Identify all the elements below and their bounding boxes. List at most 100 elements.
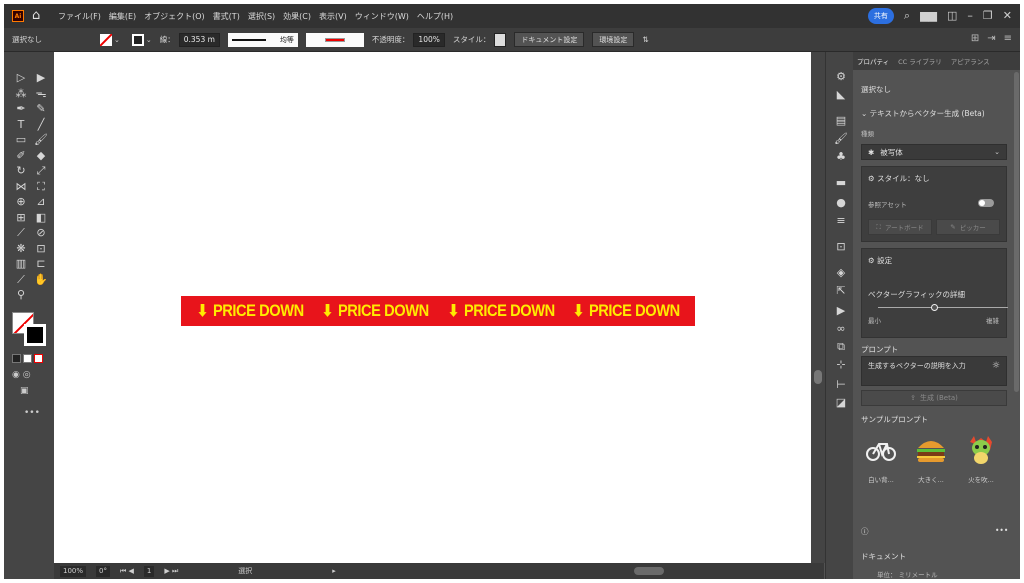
eraser-tool-icon[interactable]: ◆ [32,148,50,164]
mesh-tool-icon[interactable]: ⊞ [12,210,30,226]
canvas-horizontal-scrollbar[interactable] [634,567,664,575]
align-panel-icon[interactable]: ≡ [834,214,848,228]
menu-view[interactable]: 表示(V) [319,11,347,22]
tab-properties[interactable]: プロパティ [857,56,889,66]
settings-header[interactable]: ⚙ 設定 [868,255,892,266]
generative-icon[interactable]: ⚙ [834,70,848,84]
shape-builder-tool-icon[interactable]: ⊕ [12,194,30,210]
arrange-documents-icon[interactable]: ▆▆ [920,9,937,23]
width-tool-icon[interactable]: ⋈ [12,179,30,195]
detail-slider-knob[interactable] [931,304,938,311]
align-icon[interactable]: ⊞ [971,33,979,44]
pathfinder-panel-icon[interactable]: ⧉ [834,340,848,354]
export-panel-icon[interactable]: ⇱ [834,284,848,298]
style-swatch[interactable] [494,32,507,47]
chevron-down-icon[interactable]: ⌄ [114,36,120,44]
rotate-tool-icon[interactable]: ↻ [12,163,30,179]
live-paint-tool-icon[interactable]: ⊡ [32,241,50,257]
menu-type[interactable]: 書式(T) [213,11,240,22]
menu-object[interactable]: オブジェクト(O) [144,11,205,22]
screen-mode-icon[interactable]: ▣ [20,386,29,396]
sample-prompt-bicycle[interactable]: 白い背... [861,432,901,484]
perspective-grid-tool-icon[interactable]: ⊿ [32,194,50,210]
tab-appearance[interactable]: アピアランス [951,56,990,66]
pen-tool-icon[interactable]: ✒ [12,101,30,117]
paintbrush-tool-icon[interactable]: 🖌 [32,132,50,148]
menu-help[interactable]: ヘルプ(H) [417,11,453,22]
stroke-panel-icon[interactable]: ▬ [834,176,848,190]
variable-width-profile[interactable]: 均等 [227,32,298,47]
magic-wand-tool-icon[interactable]: ⁂ [12,86,30,102]
scale-tool-icon[interactable]: ⤢ [32,163,50,179]
links-panel-icon[interactable]: ∞ [834,322,848,336]
sample-prompt-burger[interactable]: 大きく... [911,432,951,484]
section-title[interactable]: ⌄ テキストからベクター生成 (Beta) [861,108,985,119]
restore-icon[interactable]: ❐ [983,9,993,23]
close-icon[interactable]: ✕ [1003,9,1012,23]
tab-cc-libraries[interactable]: CC ライブラリ [898,56,942,66]
transform-panel-icon[interactable]: ⊹ [834,358,848,372]
swatches-panel-icon[interactable]: ▤ [834,114,848,128]
picker-button[interactable]: ✎ ピッカー [936,219,1000,235]
search-icon[interactable]: ⌕ [904,9,910,23]
align-objects-icon[interactable]: ⊢ [834,378,848,392]
status-menu-icon[interactable]: ▸ [332,567,336,575]
type-select[interactable]: ✱ 被写体 ⌄ [861,144,1007,160]
generate-button[interactable]: ⇪ 生成 (Beta) [861,390,1007,406]
color-mode-icon[interactable] [12,354,21,363]
style-select[interactable]: ⚙ スタイル：なし [868,173,930,184]
menu-window[interactable]: ウィンドウ(W) [355,11,409,22]
preferences-button[interactable]: 環境設定 [592,32,635,47]
gradient-tool-icon[interactable]: ◧ [32,210,50,226]
menu-effect[interactable]: 効果(C) [283,11,311,22]
opacity-label[interactable]: 不透明度： [372,34,410,45]
draw-mode-icon[interactable]: ◉ ◎ [12,370,31,380]
hand-tool-icon[interactable]: ✋ [32,272,50,288]
scroll-thumb[interactable] [814,370,822,384]
prompt-input[interactable]: 生成するベクターの説明を入力 ☼ [861,356,1007,386]
canvas-vertical-scrollbar[interactable] [811,52,825,563]
artboard-button[interactable]: ⛶ アートボード [868,219,932,235]
sample-prompt-dragon[interactable]: 火を吹... [961,432,1001,484]
fill-stroke-control[interactable] [12,312,48,346]
menu-file[interactable]: ファイル(F) [58,11,101,22]
zoom-tool-icon[interactable]: ⚲ [12,287,30,303]
actions-panel-icon[interactable]: ▶ [834,304,848,318]
edit-toolbar-icon[interactable]: ••• [24,408,40,418]
layers-panel-icon[interactable]: ◈ [834,266,848,280]
arrange-icon[interactable]: ⇅ [642,35,648,44]
graphic-styles-icon[interactable]: ◪ [834,396,848,410]
artboard-nav-icon[interactable]: ⏮ ◀ [120,567,134,576]
line-tool-icon[interactable]: ╱ [32,117,50,133]
share-button[interactable]: 共有 [867,8,894,24]
direct-selection-tool-icon[interactable]: ▶ [32,70,50,86]
curvature-tool-icon[interactable]: ✎ [32,101,50,117]
blend-tool-icon[interactable]: ⊘ [32,225,50,241]
home-icon[interactable]: ⌂ [32,9,46,23]
symbols-panel-icon[interactable]: ♣ [834,150,848,164]
panel-scrollbar[interactable] [1014,72,1019,392]
unit-value[interactable]: ミリメートル [899,571,938,579]
brush-definition[interactable] [305,32,364,47]
artboards-panel-icon[interactable]: ⊡ [834,240,848,254]
zoom-field[interactable]: 100% [60,565,87,577]
rotation-field[interactable]: 0° [96,565,110,577]
panel-menu-icon[interactable]: ≡ [1004,33,1012,44]
artboard-tool-icon[interactable]: ⊏ [32,256,50,272]
detail-slider[interactable] [878,307,1008,308]
transform-icon[interactable]: ⇥ [987,33,995,44]
stroke-color-icon[interactable] [24,324,46,346]
brushes-panel-icon[interactable]: 🖌 [834,132,848,146]
none-mode-icon[interactable] [34,354,43,363]
chevron-down-icon[interactable]: ⌄ [146,36,152,44]
selection-tool-icon[interactable]: ▷ [12,70,30,86]
symbol-sprayer-tool-icon[interactable]: ❋ [12,241,30,257]
artboard-number-field[interactable]: 1 [143,565,155,577]
type-tool-icon[interactable]: T [12,117,30,133]
slice-tool-icon[interactable]: ⟋ [12,272,30,288]
lasso-tool-icon[interactable]: ᯓ [32,86,50,102]
stroke-weight-field[interactable]: 0.353 m [178,32,220,47]
artboard-canvas[interactable]: ⬇ PRICE DOWN ⬇ PRICE DOWN ⬇ PRICE DOWN ⬇… [54,52,811,563]
column-graph-tool-icon[interactable]: ▥ [12,256,30,272]
artboard-next-icon[interactable]: ▶ ⏭ [164,567,178,576]
